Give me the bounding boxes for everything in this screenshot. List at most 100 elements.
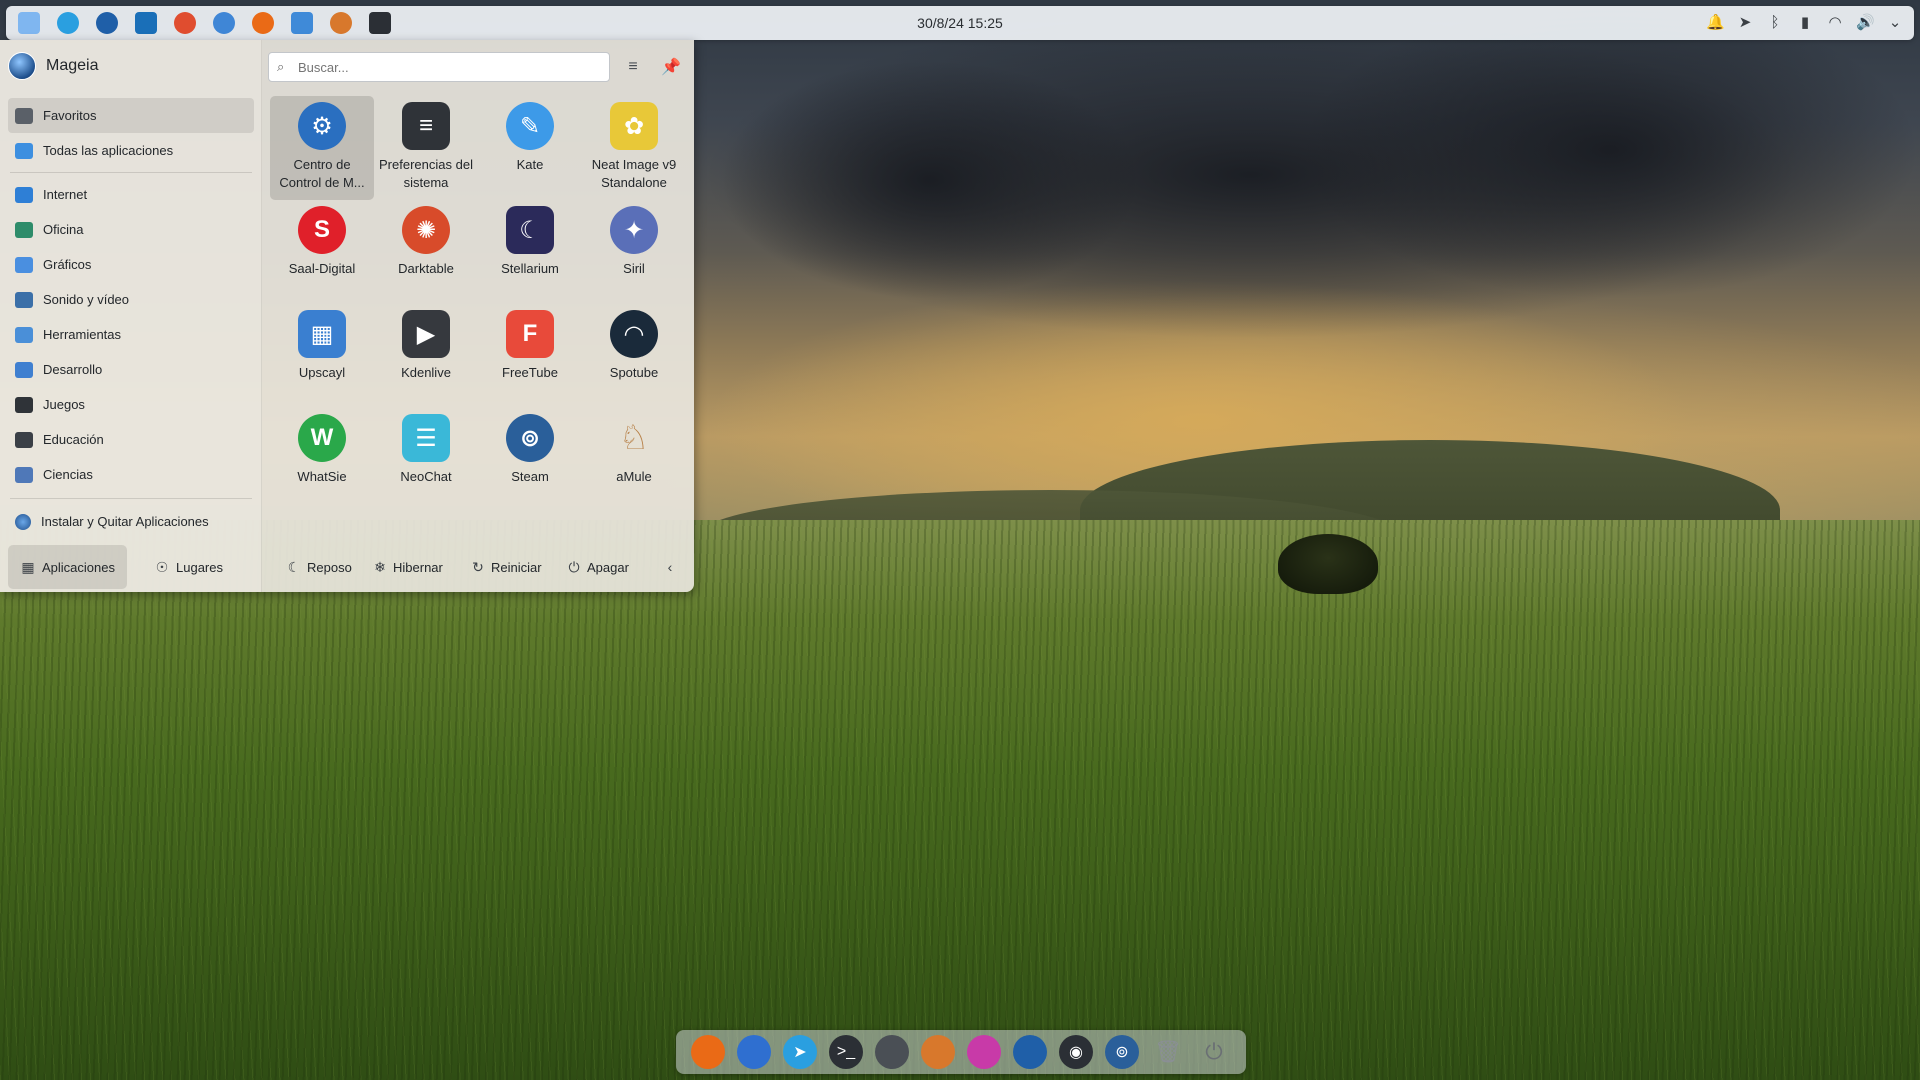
sidebar-item-educaci-n[interactable]: Educación [8, 422, 254, 457]
sidebar-item-todas-las-aplicaciones[interactable]: Todas las aplicaciones [8, 133, 254, 168]
science-icon [15, 466, 33, 483]
app-tile[interactable]: ≡ Preferencias del sistema [374, 96, 478, 200]
app-tile[interactable]: F FreeTube [478, 304, 582, 408]
power-icon[interactable]: ⏻ [1197, 1035, 1231, 1069]
tab-places-label: Lugares [176, 559, 223, 575]
app-label: aMule [616, 469, 652, 484]
telegram-tray-icon[interactable]: ➤ [1736, 14, 1754, 32]
app-tile[interactable]: ◠ Spotube [582, 304, 686, 408]
thunderbird-icon [95, 12, 118, 34]
panel-launcher[interactable] [131, 9, 160, 38]
wallpaper-cloud [720, 60, 1140, 300]
app-tile[interactable]: ⊚ Steam [478, 408, 582, 512]
app-label: Siril [623, 261, 645, 276]
app-tile[interactable]: ☰ NeoChat [374, 408, 478, 512]
sidebar-item-oficina[interactable]: Oficina [8, 212, 254, 247]
sliders-icon: ≡ [628, 58, 638, 75]
panel-launcher[interactable] [14, 9, 43, 38]
app-tile[interactable]: W WhatSie [270, 408, 374, 512]
divider [10, 498, 252, 499]
kate-icon: ✎ [506, 102, 554, 150]
system-settings-icon: ≡ [402, 102, 450, 150]
search-field[interactable]: ⌕ [268, 52, 610, 82]
notifications-icon[interactable]: 🔔 [1706, 14, 1725, 32]
user-row[interactable]: Mageia [8, 50, 98, 82]
app-tile[interactable]: ▶ Kdenlive [374, 304, 478, 408]
panel-launcher[interactable] [92, 9, 121, 38]
panel-launcher[interactable] [170, 9, 199, 38]
app-label: Neat Image v9 Standalone [591, 157, 677, 190]
search-input[interactable] [298, 59, 588, 75]
app-tile[interactable]: ▦ Upscayl [270, 304, 374, 408]
panel-launcher[interactable] [287, 9, 316, 38]
sidebar-item-gr-ficos[interactable]: Gráficos [8, 247, 254, 282]
telegram-icon [56, 12, 79, 34]
sidebar-item-ciencias[interactable]: Ciencias [8, 457, 254, 492]
neat-image-icon: ✿ [610, 102, 658, 150]
avatar[interactable] [8, 52, 36, 80]
firefox-icon[interactable] [691, 1035, 725, 1069]
aperture-icon[interactable] [875, 1035, 909, 1069]
app-tile[interactable]: ♘ aMule [582, 408, 686, 512]
upscayl-icon: ▦ [298, 310, 346, 358]
volume-icon[interactable]: 🔊 [1856, 14, 1875, 32]
sidebar-item-internet[interactable]: Internet [8, 177, 254, 212]
mail-icon[interactable] [1013, 1035, 1047, 1069]
app-tile[interactable]: ✿ Neat Image v9 Standalone [582, 96, 686, 200]
sidebar-item-label: Todas las aplicaciones [43, 143, 174, 158]
tab-places[interactable]: ☉ Lugares [142, 545, 235, 589]
category-list: Favoritos Todas las aplicaciones Internet O… [8, 98, 254, 492]
launcher-sidebar: Mageia Favoritos Todas las aplicaciones In… [0, 40, 262, 592]
app-label: Preferencias del sistema [379, 157, 473, 190]
battery-icon[interactable]: ▮ [1796, 14, 1814, 32]
sleep-button[interactable]: ☾ Reposo [286, 556, 352, 578]
app-tile[interactable]: S Saal-Digital [270, 200, 374, 304]
restart-button[interactable]: ↻ Reiniciar [470, 556, 541, 578]
wifi-icon[interactable]: ◠ [1826, 14, 1844, 32]
sidebar-item-label: Educación [43, 432, 104, 447]
terminal-icon[interactable]: >_ [829, 1035, 863, 1069]
app-tile[interactable]: ☾ Stellarium [478, 200, 582, 304]
sidebar-item-desarrollo[interactable]: Desarrollo [8, 352, 254, 387]
tab-applications[interactable]: ▦ Aplicaciones [8, 545, 127, 589]
shutdown-button[interactable]: ⏻ Apagar [566, 556, 628, 578]
darktable-icon: ✺ [402, 206, 450, 254]
app-tile[interactable]: ✺ Darktable [374, 200, 478, 304]
panel-launcher[interactable] [209, 9, 238, 38]
app-tile[interactable]: ✎ Kate [478, 96, 582, 200]
bottom-dock: ➤ >_ ◉ ⊚ 🗑 ⏻ [676, 1030, 1246, 1074]
neochat-icon: ☰ [402, 414, 450, 462]
panel-launcher[interactable] [365, 9, 394, 38]
configure-button[interactable]: ≡ [620, 54, 646, 80]
amule-icon: ♘ [618, 419, 650, 457]
amule-icon[interactable] [921, 1035, 955, 1069]
record-icon[interactable]: ◉ [1059, 1035, 1093, 1069]
thunderbird-icon[interactable] [737, 1035, 771, 1069]
expand-tray-icon[interactable]: ⌄ [1886, 14, 1904, 32]
panel-launcher[interactable] [53, 9, 82, 38]
app-tile[interactable]: ⚙ Centro de Control de M... [270, 96, 374, 200]
launcher-footer: ▦ Aplicaciones ☉ Lugares ☾ Reposo ❄ Hibe… [0, 542, 694, 592]
steam-icon[interactable]: ⊚ [1105, 1035, 1139, 1069]
sidebar-item-label: Desarrollo [43, 362, 103, 377]
panel-launcher[interactable] [248, 9, 277, 38]
sleep-icon: ☾ [287, 558, 301, 575]
trash-icon[interactable]: 🗑 [1151, 1035, 1185, 1069]
sidebar-item-favoritos[interactable]: Favoritos [8, 98, 254, 133]
bluetooth-icon[interactable]: ᛒ [1766, 14, 1784, 32]
file-manager-icon [134, 12, 157, 34]
pin-button[interactable]: 📌 [658, 54, 684, 80]
hibernate-button[interactable]: ❄ Hibernar [372, 556, 443, 578]
panel-launcher[interactable] [326, 9, 355, 38]
development-icon [15, 361, 33, 378]
app-tile[interactable]: ✦ Siril [582, 200, 686, 304]
sidebar-item-sonido-y-v-deo[interactable]: Sonido y vídeo [8, 282, 254, 317]
sidebar-item-herramientas[interactable]: Herramientas [8, 317, 254, 352]
wallpaper-cloud [1300, 0, 1920, 300]
telegram-icon[interactable]: ➤ [783, 1035, 817, 1069]
kolourpaint-icon[interactable] [967, 1035, 1001, 1069]
install-remove-apps[interactable]: Instalar y Quitar Aplicaciones [8, 504, 254, 539]
sidebar-item-juegos[interactable]: Juegos [8, 387, 254, 422]
leave-menu-button[interactable]: ‹ [662, 556, 678, 578]
terminal-icon [368, 12, 391, 34]
